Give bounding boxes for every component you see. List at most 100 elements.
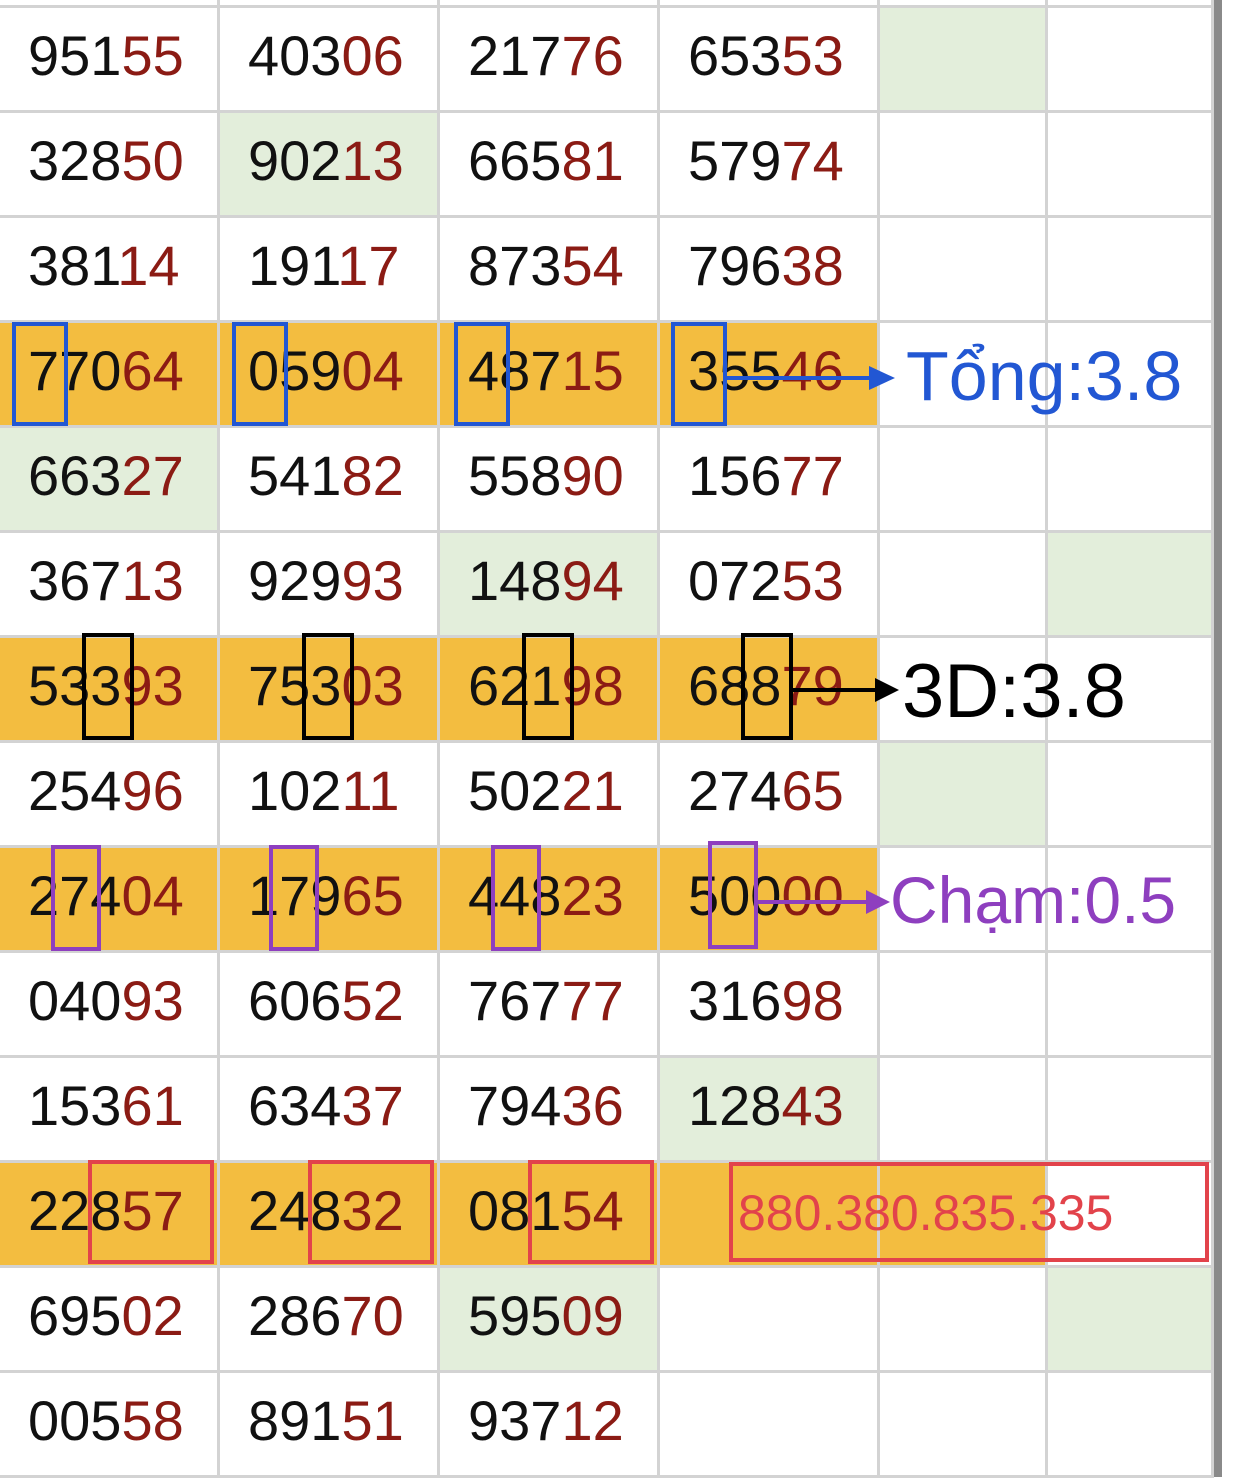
grid-top-strip: [660, 0, 880, 8]
grid-cell: 38114: [0, 218, 220, 323]
cell-number: 54182: [248, 444, 404, 507]
cell-number: 90213: [248, 129, 404, 192]
grid-cell: 60652: [220, 953, 440, 1058]
grid-cell: [1048, 743, 1214, 848]
grid-cell: 31698: [660, 953, 880, 1058]
right-border: [1214, 0, 1222, 1477]
grid-cell: [1048, 8, 1214, 113]
result-marker-box: [88, 1160, 214, 1264]
cell-number: 32850: [28, 129, 184, 192]
threed-marker-box: [302, 633, 354, 740]
cell-number: 15361: [28, 1074, 184, 1137]
cell-number: 60652: [248, 969, 404, 1032]
cham-label: Chạm:0.5: [890, 863, 1177, 937]
grid-cell: 92993: [220, 533, 440, 638]
grid-cell: 63437: [220, 1058, 440, 1163]
grid-cell: 04093: [0, 953, 220, 1058]
tong-arrow-icon: [727, 366, 895, 390]
grid-cell: 14894: [440, 533, 660, 638]
grid-cell: 87354: [440, 218, 660, 323]
grid-cell: 57974: [660, 113, 880, 218]
result-marker-box: [308, 1160, 434, 1264]
threed-marker-box: [741, 633, 793, 740]
grid-cell: 07253: [660, 533, 880, 638]
grid-cell: 27465: [660, 743, 880, 848]
grid-cell: 90213: [220, 113, 440, 218]
grid-cell: 55890: [440, 428, 660, 533]
cell-number: 92993: [248, 549, 404, 612]
grid-cell: [880, 8, 1048, 113]
grid-cell: 15677: [660, 428, 880, 533]
threed-marker-box: [522, 633, 574, 740]
cell-number: 27465: [688, 759, 844, 822]
tong-marker-box: [232, 322, 288, 426]
grid-cell: 66327: [0, 428, 220, 533]
grid-cell: 00558: [0, 1373, 220, 1478]
cell-number: 31698: [688, 969, 844, 1032]
cell-number: 87354: [468, 234, 624, 297]
cell-number: 69502: [28, 1284, 184, 1347]
cell-number: 55890: [468, 444, 624, 507]
cell-number: 76777: [468, 969, 624, 1032]
grid-cell: [880, 953, 1048, 1058]
cell-number: 57974: [688, 129, 844, 192]
grid-cell: 28670: [220, 1268, 440, 1373]
grid-cell: 44823: [440, 848, 660, 953]
grid-cell: 69502: [0, 1268, 220, 1373]
grid-cell: 25496: [0, 743, 220, 848]
grid-cell: [1048, 1373, 1214, 1478]
grid-top-strip: [880, 0, 1048, 8]
grid-cell: 89151: [220, 1373, 440, 1478]
cell-number: 79638: [688, 234, 844, 297]
cell-number: 66327: [28, 444, 184, 507]
grid-cell: 15361: [0, 1058, 220, 1163]
grid-cell: [1048, 953, 1214, 1058]
cell-number: 65353: [688, 24, 844, 87]
cell-number: 89151: [248, 1389, 404, 1452]
grid-cell: [880, 113, 1048, 218]
cell-number: 28670: [248, 1284, 404, 1347]
cell-number: 04093: [28, 969, 184, 1032]
cell-number: 07253: [688, 549, 844, 612]
grid-cell: [660, 1373, 880, 1478]
grid-top-strip: [220, 0, 440, 8]
cell-number: 63437: [248, 1074, 404, 1137]
cell-number: 36713: [28, 549, 184, 612]
cell-number: 40306: [248, 24, 404, 87]
result-label: 880.380.835.335: [738, 1185, 1114, 1241]
grid-cell: [1048, 533, 1214, 638]
grid-cell: 66581: [440, 113, 660, 218]
grid-cell: [880, 1058, 1048, 1163]
grid-cell: [880, 743, 1048, 848]
grid-cell: 79638: [660, 218, 880, 323]
grid-cell: [1048, 218, 1214, 323]
tong-marker-box: [671, 322, 727, 426]
cell-number: 10211: [248, 759, 400, 822]
grid-cell: 10211: [220, 743, 440, 848]
grid-cell: [1048, 428, 1214, 533]
cell-number: 25496: [28, 759, 184, 822]
cham-marker-box: [269, 845, 319, 951]
cham-arrow-icon: [758, 890, 890, 914]
threed-marker-box: [82, 633, 134, 740]
grid-cell: 40306: [220, 8, 440, 113]
threed-label: 3D:3.8: [902, 649, 1126, 734]
threed-arrow-icon: [793, 678, 899, 702]
cell-number: 19117: [248, 234, 400, 297]
grid-cell: 27404: [0, 848, 220, 953]
grid-cell: 76777: [440, 953, 660, 1058]
grid-cell: [660, 1268, 880, 1373]
cham-marker-box: [51, 845, 101, 951]
grid-top-strip: [0, 0, 220, 8]
tong-marker-box: [12, 322, 68, 426]
cell-number: 21776: [468, 24, 624, 87]
grid-cell: 36713: [0, 533, 220, 638]
cell-number: 38114: [28, 234, 180, 297]
cell-number: 66581: [468, 129, 624, 192]
grid-cell: [1048, 1058, 1214, 1163]
grid-top-strip: [1048, 0, 1214, 8]
cell-number: 50221: [468, 759, 624, 822]
grid-cell: 12843: [660, 1058, 880, 1163]
grid-cell: [880, 1268, 1048, 1373]
grid-cell: [1048, 1268, 1214, 1373]
